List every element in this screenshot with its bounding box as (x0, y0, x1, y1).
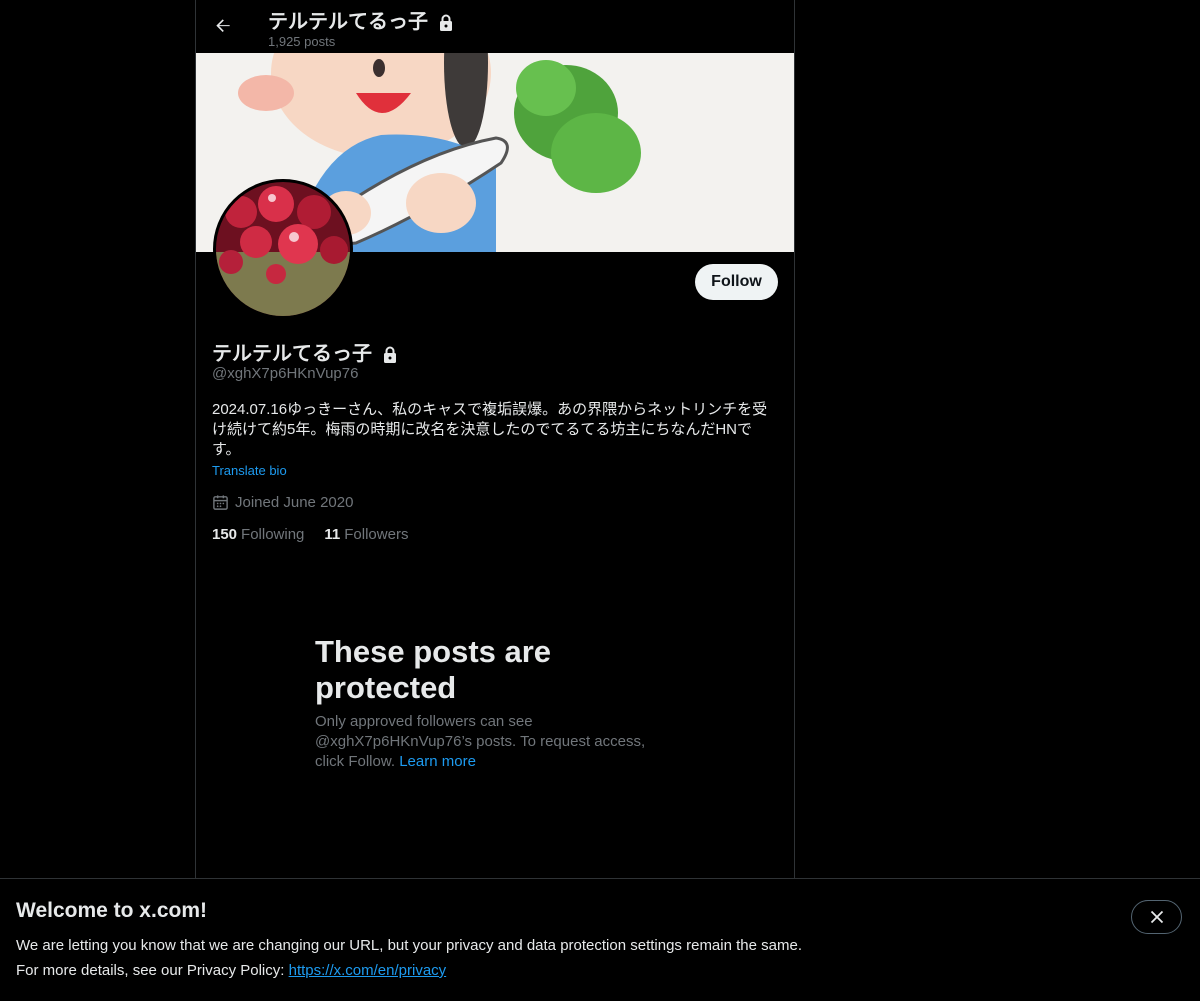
protected-title: These posts are protected (315, 634, 552, 705)
protected-notice: These posts are protected Only approved … (315, 634, 675, 772)
banner-title: Welcome to x.com! (16, 899, 207, 922)
url-change-banner: Welcome to x.com! We are letting you kno… (0, 878, 1200, 1001)
protected-body-text: Only approved followers can see @xghX7p6… (315, 713, 646, 770)
following-link[interactable]: 150 Following (212, 526, 304, 543)
protected-body: Only approved followers can see @xghX7p6… (315, 712, 675, 772)
lock-icon (439, 14, 452, 31)
joined-text: Joined June 2020 (235, 494, 354, 511)
following-label: Following (241, 526, 305, 543)
profile-name-row: テルテルてるっ子 (212, 337, 398, 366)
profile-avatar[interactable] (213, 179, 353, 319)
followers-count: 11 (324, 526, 341, 543)
header-title: テルテルてるっ子 (268, 11, 428, 33)
following-count: 150 (212, 526, 238, 543)
profile-column: テルテルてるっ子 1,925 posts Follow テルテルてるっ子 @xg… (195, 0, 795, 1000)
follow-stats: 150 Following 11 Followers (212, 526, 408, 543)
banner-line-1: We are letting you know that we are chan… (16, 937, 802, 954)
banner-close-button[interactable] (1131, 900, 1182, 934)
follow-button[interactable]: Follow (695, 264, 778, 300)
calendar-icon (213, 495, 228, 510)
learn-more-link[interactable]: Learn more (399, 753, 476, 770)
header-title-row: テルテルてるっ子 (268, 5, 454, 34)
joined-date: Joined June 2020 (212, 494, 353, 511)
followers-link[interactable]: 11 Followers (324, 526, 408, 543)
avatar-image (216, 182, 350, 316)
banner-line-2: For more details, see our Privacy Policy… (16, 962, 446, 979)
lock-icon (383, 346, 396, 363)
back-button[interactable] (206, 9, 240, 43)
close-icon (1150, 910, 1163, 924)
profile-handle: @xghX7p6HKnVup76 (212, 365, 359, 382)
privacy-policy-link[interactable]: https://x.com/en/privacy (289, 962, 447, 979)
back-arrow-icon (216, 19, 230, 32)
profile-display-name: テルテルてるっ子 (212, 343, 372, 365)
banner-line-2-prefix: For more details, see our Privacy Policy… (16, 962, 285, 979)
profile-bio: 2024.07.16ゆっきーさん、私のキャスで複垢誤爆。あの界隈からネットリンチ… (212, 401, 768, 458)
followers-label: Followers (344, 526, 409, 543)
top-bar: テルテルてるっ子 1,925 posts (196, 0, 794, 53)
header-post-count: 1,925 posts (268, 34, 336, 49)
translate-bio-link[interactable]: Translate bio (212, 463, 287, 478)
